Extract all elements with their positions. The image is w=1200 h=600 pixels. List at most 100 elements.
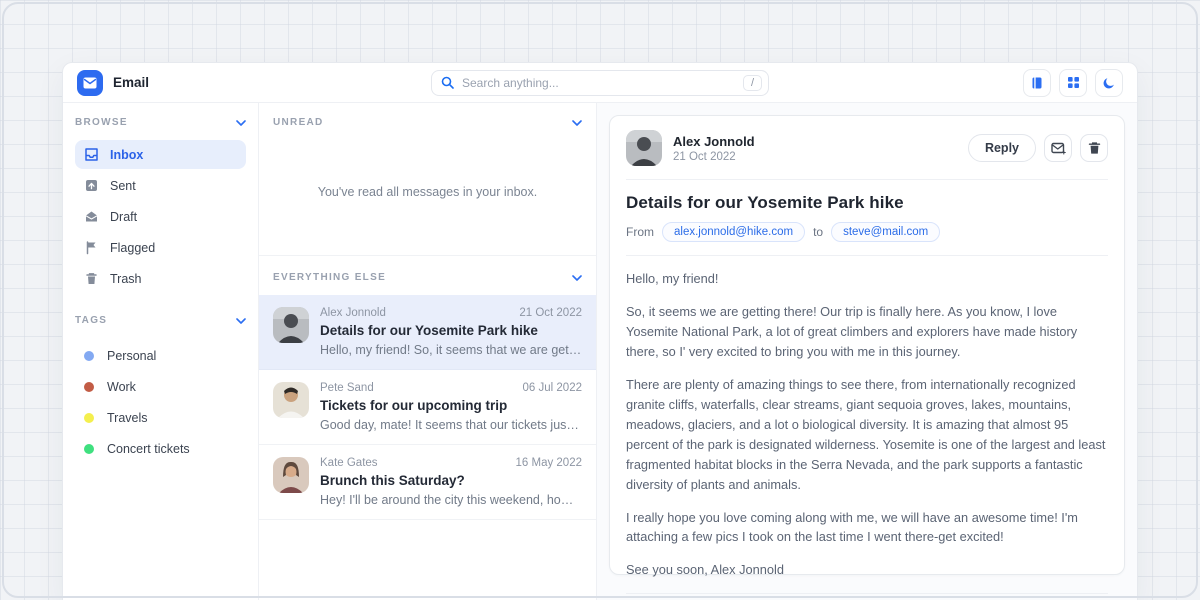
from-email-pill[interactable]: alex.jonnold@hike.com xyxy=(662,222,805,242)
search-icon xyxy=(441,76,454,89)
avatar xyxy=(626,130,662,166)
body-paragraph: See you soon, Alex Jonnold xyxy=(626,560,1108,580)
sidebar-item-label: Sent xyxy=(110,179,136,193)
avatar xyxy=(273,457,309,493)
detail-date: 21 Oct 2022 xyxy=(673,151,968,163)
detail-subject: Details for our Yosemite Park hike xyxy=(626,193,1108,213)
tag-label: Travels xyxy=(107,411,148,425)
sent-icon xyxy=(84,178,99,193)
unread-empty-state: You've read all messages in your inbox. xyxy=(259,138,596,256)
body-paragraph: So, it seems we are getting there! Our t… xyxy=(626,302,1108,362)
tag-color-dot xyxy=(84,444,94,454)
tags-section-header: TAGS xyxy=(75,315,246,326)
apps-grid-button[interactable] xyxy=(1059,69,1087,97)
chevron-down-icon[interactable] xyxy=(236,120,246,126)
tag-label: Work xyxy=(107,380,136,394)
tags-section: TAGS Personal Work xyxy=(75,315,246,464)
unread-section-header: UNREAD xyxy=(259,103,596,138)
sidebar-item-label: Flagged xyxy=(110,241,155,255)
contacts-book-button[interactable] xyxy=(1023,69,1051,97)
avatar xyxy=(273,307,309,343)
sidebar-item-label: Draft xyxy=(110,210,137,224)
body-paragraph: Hello, my friend! xyxy=(626,269,1108,289)
body-paragraph: I really hope you love coming along with… xyxy=(626,508,1108,548)
sidebar: BROWSE Inbox Sent xyxy=(63,103,259,600)
divider xyxy=(626,179,1108,180)
mail-date: 16 May 2022 xyxy=(516,457,583,469)
tag-item-travels[interactable]: Travels xyxy=(75,402,246,433)
reply-button[interactable]: Reply xyxy=(968,134,1036,162)
message-list-column: UNREAD You've read all messages in your … xyxy=(259,103,597,600)
delete-trash-button[interactable] xyxy=(1080,134,1108,162)
chevron-down-icon[interactable] xyxy=(236,318,246,324)
email-app-window: Email / BR xyxy=(62,62,1138,600)
mark-unread-envelope-button[interactable] xyxy=(1044,134,1072,162)
avatar xyxy=(273,382,309,418)
mail-date: 21 Oct 2022 xyxy=(519,307,582,319)
detail-header: Alex Jonnold 21 Oct 2022 Reply xyxy=(626,130,1108,166)
search-box[interactable]: / xyxy=(431,70,769,96)
mail-preview: Hello, my friend! So, it seems that we a… xyxy=(320,343,582,357)
sidebar-item-flagged[interactable]: Flagged xyxy=(75,233,246,262)
sidebar-item-label: Trash xyxy=(110,272,142,286)
tag-label: Personal xyxy=(107,349,156,363)
sidebar-item-sent[interactable]: Sent xyxy=(75,171,246,200)
tag-color-dot xyxy=(84,351,94,361)
divider xyxy=(626,255,1108,256)
tag-item-personal[interactable]: Personal xyxy=(75,340,246,371)
chevron-down-icon[interactable] xyxy=(572,275,582,281)
everything-else-section-header: EVERYTHING ELSE xyxy=(259,256,596,293)
to-email-pill[interactable]: steve@mail.com xyxy=(831,222,940,242)
sidebar-item-label: Inbox xyxy=(110,148,143,162)
header-actions xyxy=(923,69,1123,97)
mail-list-item-alex[interactable]: Alex Jonnold 21 Oct 2022 Details for our… xyxy=(259,295,596,370)
message-body: Hello, my friend! So, it seems we are ge… xyxy=(626,269,1108,580)
dark-mode-moon-button[interactable] xyxy=(1095,69,1123,97)
unread-label: UNREAD xyxy=(273,117,324,128)
mail-preview: Hey! I'll be around the city this weeken… xyxy=(320,493,582,507)
tag-color-dot xyxy=(84,413,94,423)
message-detail-card: Alex Jonnold 21 Oct 2022 Reply De xyxy=(609,115,1125,575)
tag-label: Concert tickets xyxy=(107,442,190,456)
message-detail-column: Alex Jonnold 21 Oct 2022 Reply De xyxy=(597,103,1137,600)
email-logo-icon xyxy=(77,70,103,96)
to-label: to xyxy=(813,225,823,239)
app-title: Email xyxy=(113,75,149,90)
browse-label: BROWSE xyxy=(75,117,128,128)
sidebar-item-trash[interactable]: Trash xyxy=(75,264,246,293)
mail-subject: Brunch this Saturday? xyxy=(320,473,582,488)
mail-subject: Tickets for our upcoming trip xyxy=(320,398,582,413)
chevron-down-icon[interactable] xyxy=(572,120,582,126)
sidebar-item-inbox[interactable]: Inbox xyxy=(75,140,246,169)
tag-item-concert-tickets[interactable]: Concert tickets xyxy=(75,433,246,464)
inbox-icon xyxy=(84,147,99,162)
mail-sender: Alex Jonnold xyxy=(320,307,386,319)
divider xyxy=(626,593,1108,594)
from-label: From xyxy=(626,225,654,239)
body-paragraph: There are plenty of amazing things to se… xyxy=(626,375,1108,495)
detail-sender-name: Alex Jonnold xyxy=(673,134,968,149)
app-body: BROWSE Inbox Sent xyxy=(63,103,1137,600)
tag-list: Personal Work Travels Concert tickets xyxy=(75,340,246,464)
mail-sender: Kate Gates xyxy=(320,457,378,469)
mail-list-item-kate[interactable]: Kate Gates 16 May 2022 Brunch this Satur… xyxy=(259,445,596,520)
tag-color-dot xyxy=(84,382,94,392)
from-to-row: From alex.jonnold@hike.com to steve@mail… xyxy=(626,222,1108,242)
sidebar-item-draft[interactable]: Draft xyxy=(75,202,246,231)
mail-list-item-pete[interactable]: Pete Sand 06 Jul 2022 Tickets for our up… xyxy=(259,370,596,445)
search-input[interactable] xyxy=(462,76,735,90)
everything-else-label: EVERYTHING ELSE xyxy=(273,272,386,283)
tag-item-work[interactable]: Work xyxy=(75,371,246,402)
folder-list: Inbox Sent Draft xyxy=(75,140,246,293)
search-area: / xyxy=(277,70,923,96)
draft-icon xyxy=(84,209,99,224)
app-header: Email / xyxy=(63,63,1137,103)
mail-list: Alex Jonnold 21 Oct 2022 Details for our… xyxy=(259,295,596,520)
mail-date: 06 Jul 2022 xyxy=(523,382,582,394)
mail-preview: Good day, mate! It seems that our ticket… xyxy=(320,418,582,432)
browse-section-header: BROWSE xyxy=(75,117,246,128)
tags-label: TAGS xyxy=(75,315,107,326)
detail-actions: Reply xyxy=(968,134,1108,162)
brand: Email xyxy=(77,70,277,96)
search-shortcut-badge: / xyxy=(743,75,762,91)
